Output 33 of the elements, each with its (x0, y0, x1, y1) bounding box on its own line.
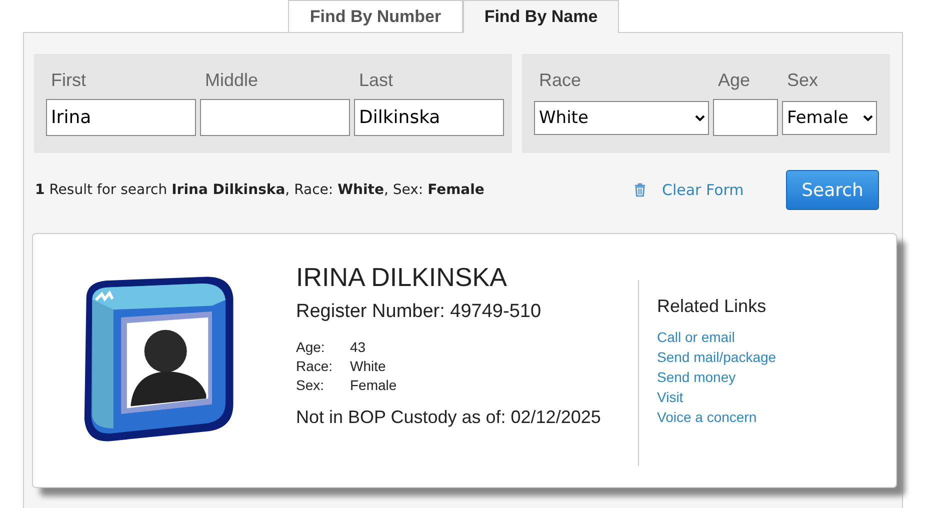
related-link[interactable]: Voice a concern (657, 407, 776, 427)
register-number: Register Number: 49749-510 (296, 301, 542, 323)
detail-value: Female (350, 377, 398, 393)
clear-form-link[interactable]: Clear Form (662, 181, 786, 199)
trash-icon[interactable] (634, 183, 646, 197)
field-label: Age (717, 70, 752, 92)
related-links-heading: Related Links (657, 296, 768, 317)
input-field[interactable]: Irina (46, 99, 196, 136)
tab[interactable]: Find By Name (463, 0, 619, 33)
person-name: IRINA DILKINSKA (296, 262, 508, 293)
field-label: First (50, 70, 87, 92)
detail-label: Age: (296, 339, 326, 355)
field-label: Last (358, 70, 394, 92)
detail-value: White (350, 358, 387, 374)
related-link[interactable]: Send money (657, 367, 776, 387)
field-label: Sex (786, 70, 820, 92)
related-link[interactable]: Send mail/package (657, 347, 776, 367)
custody-status: Not in BOP Custody as of: 02/12/2025 (296, 407, 602, 428)
related-link[interactable]: Call or email (657, 327, 776, 347)
input-field[interactable] (713, 99, 778, 136)
related-link[interactable]: Visit (657, 387, 776, 407)
detail-label: Race: (296, 358, 334, 374)
field-label: Middle (204, 70, 260, 92)
input-field[interactable] (200, 99, 350, 136)
detail-value: 43 (350, 339, 367, 355)
detail-label: Sex: (296, 377, 326, 393)
input-field[interactable]: Dilkinska (354, 99, 504, 136)
result-summary: 1 Result for search Irina Dilkinska, Race: White, Sex: Female (35, 182, 486, 198)
field-label: Race (538, 70, 582, 92)
tab[interactable]: Find By Number (288, 0, 463, 32)
dropdown[interactable]: White (534, 101, 709, 135)
search-button[interactable]: Search (786, 170, 879, 210)
dropdown[interactable]: Female (782, 101, 877, 135)
